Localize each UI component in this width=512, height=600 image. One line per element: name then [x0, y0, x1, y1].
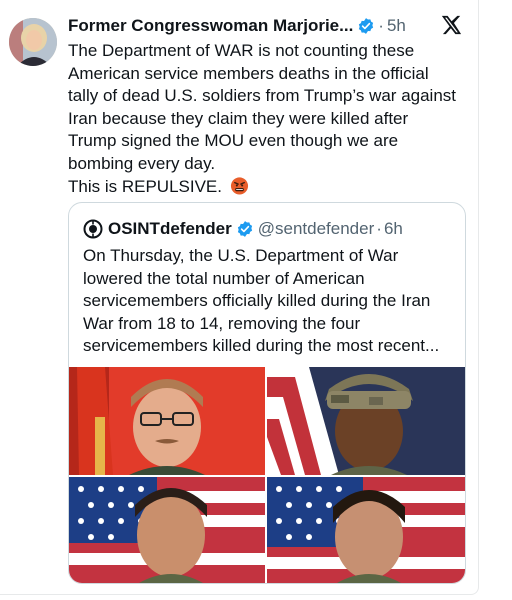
photo-top-left — [69, 367, 265, 475]
tweet-text: The Department of WAR is not counting th… — [68, 41, 457, 173]
photo-bottom-left — [69, 477, 265, 583]
quoted-author-name[interactable]: OSINTdefender — [108, 219, 232, 239]
author-name[interactable]: Former Congresswoman Marjorie... — [68, 16, 353, 36]
angry-face-icon — [230, 176, 248, 195]
quoted-handle[interactable]: @sentdefender — [258, 219, 375, 239]
tweet-header: Former Congresswoman Marjorie... · 5h — [68, 14, 406, 38]
quoted-media[interactable] — [69, 367, 465, 583]
photo-top-right — [267, 367, 465, 475]
quoted-text: On Thursday, the U.S. Department of War … — [83, 246, 440, 356]
photo-bottom-right — [267, 477, 465, 583]
quoted-tweet[interactable]: OSINTdefender @sentdefender · 6h On Thur… — [68, 202, 466, 584]
tweet-text-last-line: This is REPULSIVE. — [68, 176, 222, 196]
tweet-time[interactable]: 5h — [387, 16, 406, 36]
x-logo-icon[interactable] — [440, 14, 462, 36]
verified-badge-icon — [359, 18, 374, 34]
tweet-card[interactable]: Former Congresswoman Marjorie... · 5h Th… — [0, 0, 479, 595]
author-avatar[interactable] — [9, 18, 57, 66]
quoted-avatar-icon[interactable] — [83, 219, 103, 239]
quoted-time[interactable]: 6h — [384, 219, 403, 239]
quoted-verified-badge-icon — [237, 221, 252, 237]
quoted-header: OSINTdefender @sentdefender · 6h — [83, 217, 403, 241]
quoted-dot-separator: · — [376, 219, 382, 238]
avatar-image — [9, 18, 57, 66]
tweet-body: The Department of WAR is not counting th… — [68, 40, 456, 198]
servicemember-photos-image — [69, 367, 465, 583]
dot-separator: · — [378, 16, 384, 35]
